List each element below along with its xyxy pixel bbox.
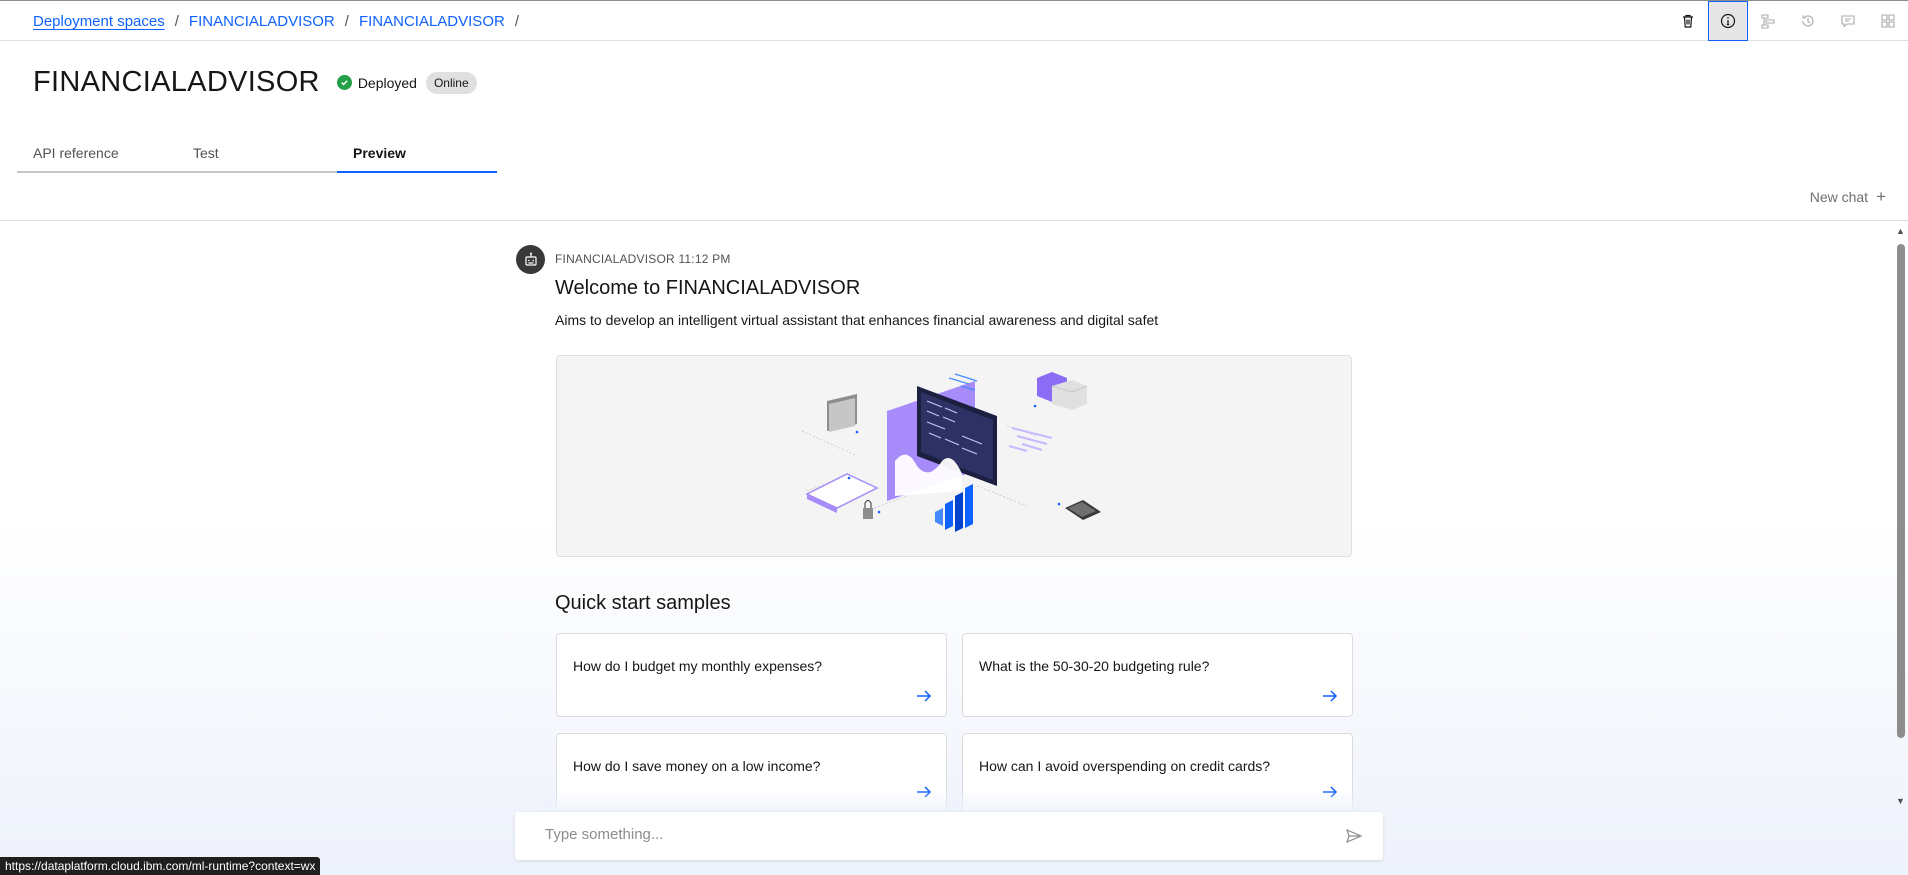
sample-question: What is the 50-30-20 budgeting rule? [979, 658, 1210, 674]
sender-name: FINANCIALADVISOR [555, 252, 675, 266]
scrollbar[interactable]: ▲ ▼ [1894, 226, 1908, 806]
info-icon [1720, 13, 1736, 29]
tab-test[interactable]: Test [177, 140, 337, 173]
sample-question: How do I budget my monthly expenses? [573, 658, 823, 674]
tab-preview[interactable]: Preview [337, 140, 497, 173]
new-chat-button[interactable]: New chat + [1810, 187, 1886, 207]
status-badge: Online [425, 71, 477, 94]
arrow-right-icon [917, 690, 932, 702]
sample-card[interactable]: What is the 50-30-20 budgeting rule? [962, 633, 1353, 717]
sample-question: How can I avoid overspending on credit c… [979, 758, 1271, 774]
status-text: Deployed [357, 74, 417, 91]
breadcrumb-space[interactable]: FINANCIALADVISOR [189, 13, 335, 30]
illustration-graphic [801, 372, 1101, 532]
breadcrumb-separator: / [174, 13, 179, 30]
structure-button[interactable] [1748, 1, 1788, 41]
chat-input[interactable] [545, 826, 1305, 843]
history-button[interactable] [1788, 1, 1828, 41]
checkmark-icon [336, 75, 352, 90]
breadcrumb-separator: / [514, 13, 519, 30]
send-icon[interactable] [1345, 827, 1363, 845]
comment-icon [1841, 15, 1855, 28]
header: FINANCIALADVISOR Deployed Online [33, 66, 477, 99]
new-chat-label: New chat [1809, 189, 1869, 205]
breadcrumb: Deployment spaces / FINANCIALADVISOR / F… [33, 13, 529, 30]
sample-card[interactable]: How do I budget my monthly expenses? [556, 633, 947, 717]
comment-button[interactable] [1828, 1, 1868, 41]
link-preview-status: https://dataplatform.cloud.ibm.com/ml-ru… [0, 857, 321, 875]
welcome-heading: Welcome to FINANCIALADVISOR [555, 277, 861, 299]
message-meta: FINANCIALADVISOR 11:12 PM [555, 252, 731, 266]
history-icon [1802, 15, 1814, 27]
scrollbar-thumb[interactable] [1897, 244, 1905, 738]
trash-icon [1683, 14, 1693, 28]
sample-question: How do I save money on a low income? [573, 758, 821, 774]
plus-icon: + [1876, 187, 1886, 206]
chat-input-bar [515, 812, 1383, 860]
page-title: FINANCIALADVISOR [33, 66, 320, 98]
arrow-right-icon [1323, 690, 1338, 702]
delete-button[interactable] [1668, 1, 1708, 41]
welcome-illustration [556, 355, 1352, 557]
breadcrumb-separator: / [344, 13, 349, 30]
breadcrumb-deployment-spaces[interactable]: Deployment spaces [33, 13, 165, 30]
message-time: 11:12 PM [678, 252, 731, 266]
robot-icon [524, 252, 537, 266]
breadcrumb-deployment[interactable]: FINANCIALADVISOR [359, 13, 505, 30]
structure-icon [1761, 14, 1775, 29]
top-bar: Deployment spaces / FINANCIALADVISOR / F… [0, 0, 1908, 41]
status-indicator: Deployed [336, 74, 417, 91]
info-button[interactable] [1708, 1, 1748, 41]
toolbar [1668, 1, 1908, 41]
layout-button[interactable] [1868, 1, 1908, 41]
scroll-down-icon[interactable]: ▼ [1896, 796, 1905, 806]
layout-icon [1881, 14, 1895, 28]
tab-list: API reference Test Preview [17, 140, 497, 173]
assistant-description: Aims to develop an intelligent virtual a… [555, 312, 1159, 328]
bot-avatar [516, 245, 545, 274]
tab-api-reference[interactable]: API reference [17, 140, 177, 173]
scroll-up-icon[interactable]: ▲ [1896, 226, 1905, 236]
quick-start-title: Quick start samples [555, 592, 731, 614]
